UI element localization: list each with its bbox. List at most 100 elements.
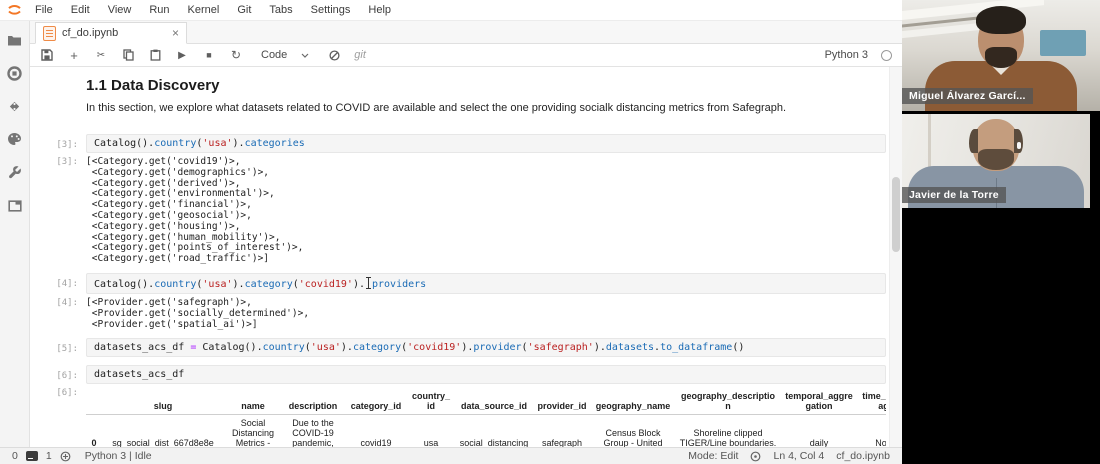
- notebook-scrollbar[interactable]: [889, 67, 902, 447]
- table-cell: usa: [423, 438, 439, 447]
- cell-type-value: Code: [261, 49, 288, 61]
- open-tabs-icon[interactable]: [7, 197, 23, 213]
- cell-prompt: [3]:: [56, 140, 78, 150]
- menu-item-file[interactable]: File: [26, 0, 62, 20]
- code-cell-input[interactable]: datasets_acs_df = Catalog().country('usa…: [86, 338, 886, 358]
- tools-icon[interactable]: [7, 164, 23, 180]
- code-token: 'usa': [310, 342, 341, 354]
- tab-title: cf_do.ipynb: [62, 27, 119, 39]
- code-token: country: [154, 278, 197, 290]
- notebook-cell: [5]: datasets_acs_df = Catalog().country(…: [38, 338, 886, 358]
- terminal-icon: [25, 451, 38, 461]
- menu-item-run[interactable]: Run: [140, 0, 178, 20]
- table-cell: sg_social_dist_667d8e8e: [112, 438, 214, 447]
- status-bar-right: Mode: Edit Ln 4, Col 4 cf_do.ipynb: [688, 450, 902, 462]
- menu-item-git[interactable]: Git: [228, 0, 260, 20]
- notebook-cell: [6]: datasets_acs_df: [38, 365, 886, 385]
- git-icon[interactable]: [7, 98, 23, 114]
- code-token: Catalog().: [94, 278, 155, 290]
- kernel-interrupt-icon[interactable]: [327, 48, 341, 62]
- participant-2-hair: [1014, 129, 1023, 153]
- code-token: datasets_acs_df: [94, 369, 185, 381]
- code-cell-input[interactable]: Catalog().country('usa').categories: [86, 134, 886, 153]
- table-cell: Social Distancing Metrics - United State…: [231, 418, 275, 447]
- column-header: description: [282, 388, 344, 416]
- notebook-output-cell: [6]: slug name description category_id countr…: [38, 388, 886, 447]
- copy-cells-button[interactable]: [121, 48, 135, 62]
- participant-1-hair: [976, 6, 1026, 34]
- tab-cf-do-ipynb[interactable]: cf_do.ipynb ×: [35, 22, 187, 44]
- kernel-status-text[interactable]: Python 3 | Idle: [79, 450, 152, 462]
- table-cell: social_distancing: [459, 438, 529, 447]
- statusbar-filename: cf_do.ipynb: [836, 450, 890, 462]
- file-browser-icon[interactable]: [7, 32, 23, 48]
- code-token: ).: [593, 342, 606, 354]
- restart-kernel-button[interactable]: ↻: [229, 48, 243, 62]
- cut-cells-button[interactable]: ✂: [94, 48, 108, 62]
- git-toolbar-button[interactable]: git: [354, 49, 366, 61]
- command-palette-icon[interactable]: [7, 131, 23, 147]
- left-sidebar: [0, 20, 30, 447]
- code-token: categories: [244, 138, 305, 149]
- cell-prompt: [6]:: [56, 388, 78, 399]
- stop-kernel-button[interactable]: ■: [202, 48, 216, 62]
- code-token: country: [262, 342, 305, 354]
- code-token: 'safegraph': [527, 342, 594, 354]
- paste-cells-button[interactable]: [148, 48, 162, 62]
- markdown-cell[interactable]: In this section, we explore what dataset…: [38, 100, 886, 126]
- participant-video-2[interactable]: Javier de la Torre: [902, 114, 1090, 208]
- code-token: ).: [340, 342, 353, 354]
- notebook-toolbar: + ✂ ▶ ■ ↻ Code git Python 3: [30, 44, 902, 67]
- notebook-cells: [3]: Catalog().country('usa').categories[…: [38, 134, 886, 447]
- participant-1-beard: [985, 47, 1017, 68]
- terminals-count[interactable]: 0: [12, 450, 18, 462]
- run-cell-button[interactable]: ▶: [175, 48, 189, 62]
- running-sessions-icon[interactable]: [7, 65, 23, 81]
- menu-item-help[interactable]: Help: [359, 0, 400, 20]
- menu-item-tabs[interactable]: Tabs: [260, 0, 301, 20]
- save-button[interactable]: [40, 48, 54, 62]
- column-header: temporal_aggregation: [780, 388, 858, 416]
- participant-1-name-label: Miguel Álvarez Garcí...: [902, 88, 1033, 104]
- cell-prompt: [6]:: [56, 371, 78, 382]
- participant-2-earbud: [1017, 142, 1021, 149]
- column-header: category_id: [344, 388, 408, 416]
- notebook-cell: [3]: Catalog().country('usa').categories: [38, 134, 886, 153]
- column-header: provider_id: [534, 388, 590, 416]
- video-call-panel: Miguel Álvarez Garcí... Javier de la Tor…: [902, 0, 1100, 464]
- code-token: 'usa': [202, 138, 233, 149]
- column-header: name: [224, 388, 282, 416]
- code-token: provider: [473, 342, 522, 354]
- table-cell: 0: [91, 438, 97, 447]
- chevron-down-icon: [301, 53, 309, 58]
- markdown-cell[interactable]: 1.1 Data Discovery: [38, 73, 886, 100]
- menu-items: File Edit View Run Kernel Git Tabs Settings Help: [26, 0, 400, 20]
- menu-item-edit[interactable]: Edit: [62, 0, 99, 20]
- add-cell-button[interactable]: +: [67, 48, 81, 63]
- code-cell-input[interactable]: datasets_acs_df: [86, 365, 886, 385]
- menu-item-settings[interactable]: Settings: [302, 0, 360, 20]
- mode-indicator[interactable]: Mode: Edit: [688, 450, 738, 462]
- participant-video-1[interactable]: Miguel Álvarez Garcí...: [902, 0, 1100, 111]
- cursor-position[interactable]: Ln 4, Col 4: [773, 450, 824, 462]
- code-cell-input[interactable]: Catalog().country('usa').category('covid…: [86, 272, 886, 294]
- background-screen: [1040, 30, 1086, 56]
- table-row: 0 sg_social_dist_667d8e8e Social Distancin…: [86, 415, 886, 447]
- table-cell: safegraph: [541, 438, 583, 447]
- notebook-content: 1.1 Data Discovery In this section, we e…: [30, 67, 890, 447]
- cell-type-select[interactable]: Code: [256, 47, 314, 63]
- code-token: category: [244, 278, 293, 290]
- notebook-cell: [3]: [<Category.get('covid19')>, <Categor…: [38, 156, 886, 265]
- menu-item-view[interactable]: View: [99, 0, 141, 20]
- scrollbar-thumb[interactable]: [892, 177, 900, 252]
- notification-icon: [751, 451, 761, 461]
- section-intro-text: In this section, we explore what dataset…: [86, 102, 787, 114]
- status-bar: 0 1 Python 3 | Idle Mode: Edit Ln 4, Col…: [0, 447, 902, 464]
- menu-item-kernel[interactable]: Kernel: [179, 0, 229, 20]
- kernel-name[interactable]: Python 3: [825, 49, 868, 61]
- kernels-count[interactable]: 1: [46, 450, 52, 462]
- column-header: time_coverage: [858, 388, 886, 416]
- main-area: cf_do.ipynb × + ✂ ▶ ■ ↻ Code git Python …: [30, 20, 902, 447]
- code-token: category: [352, 342, 402, 354]
- tab-close-icon[interactable]: ×: [172, 27, 179, 39]
